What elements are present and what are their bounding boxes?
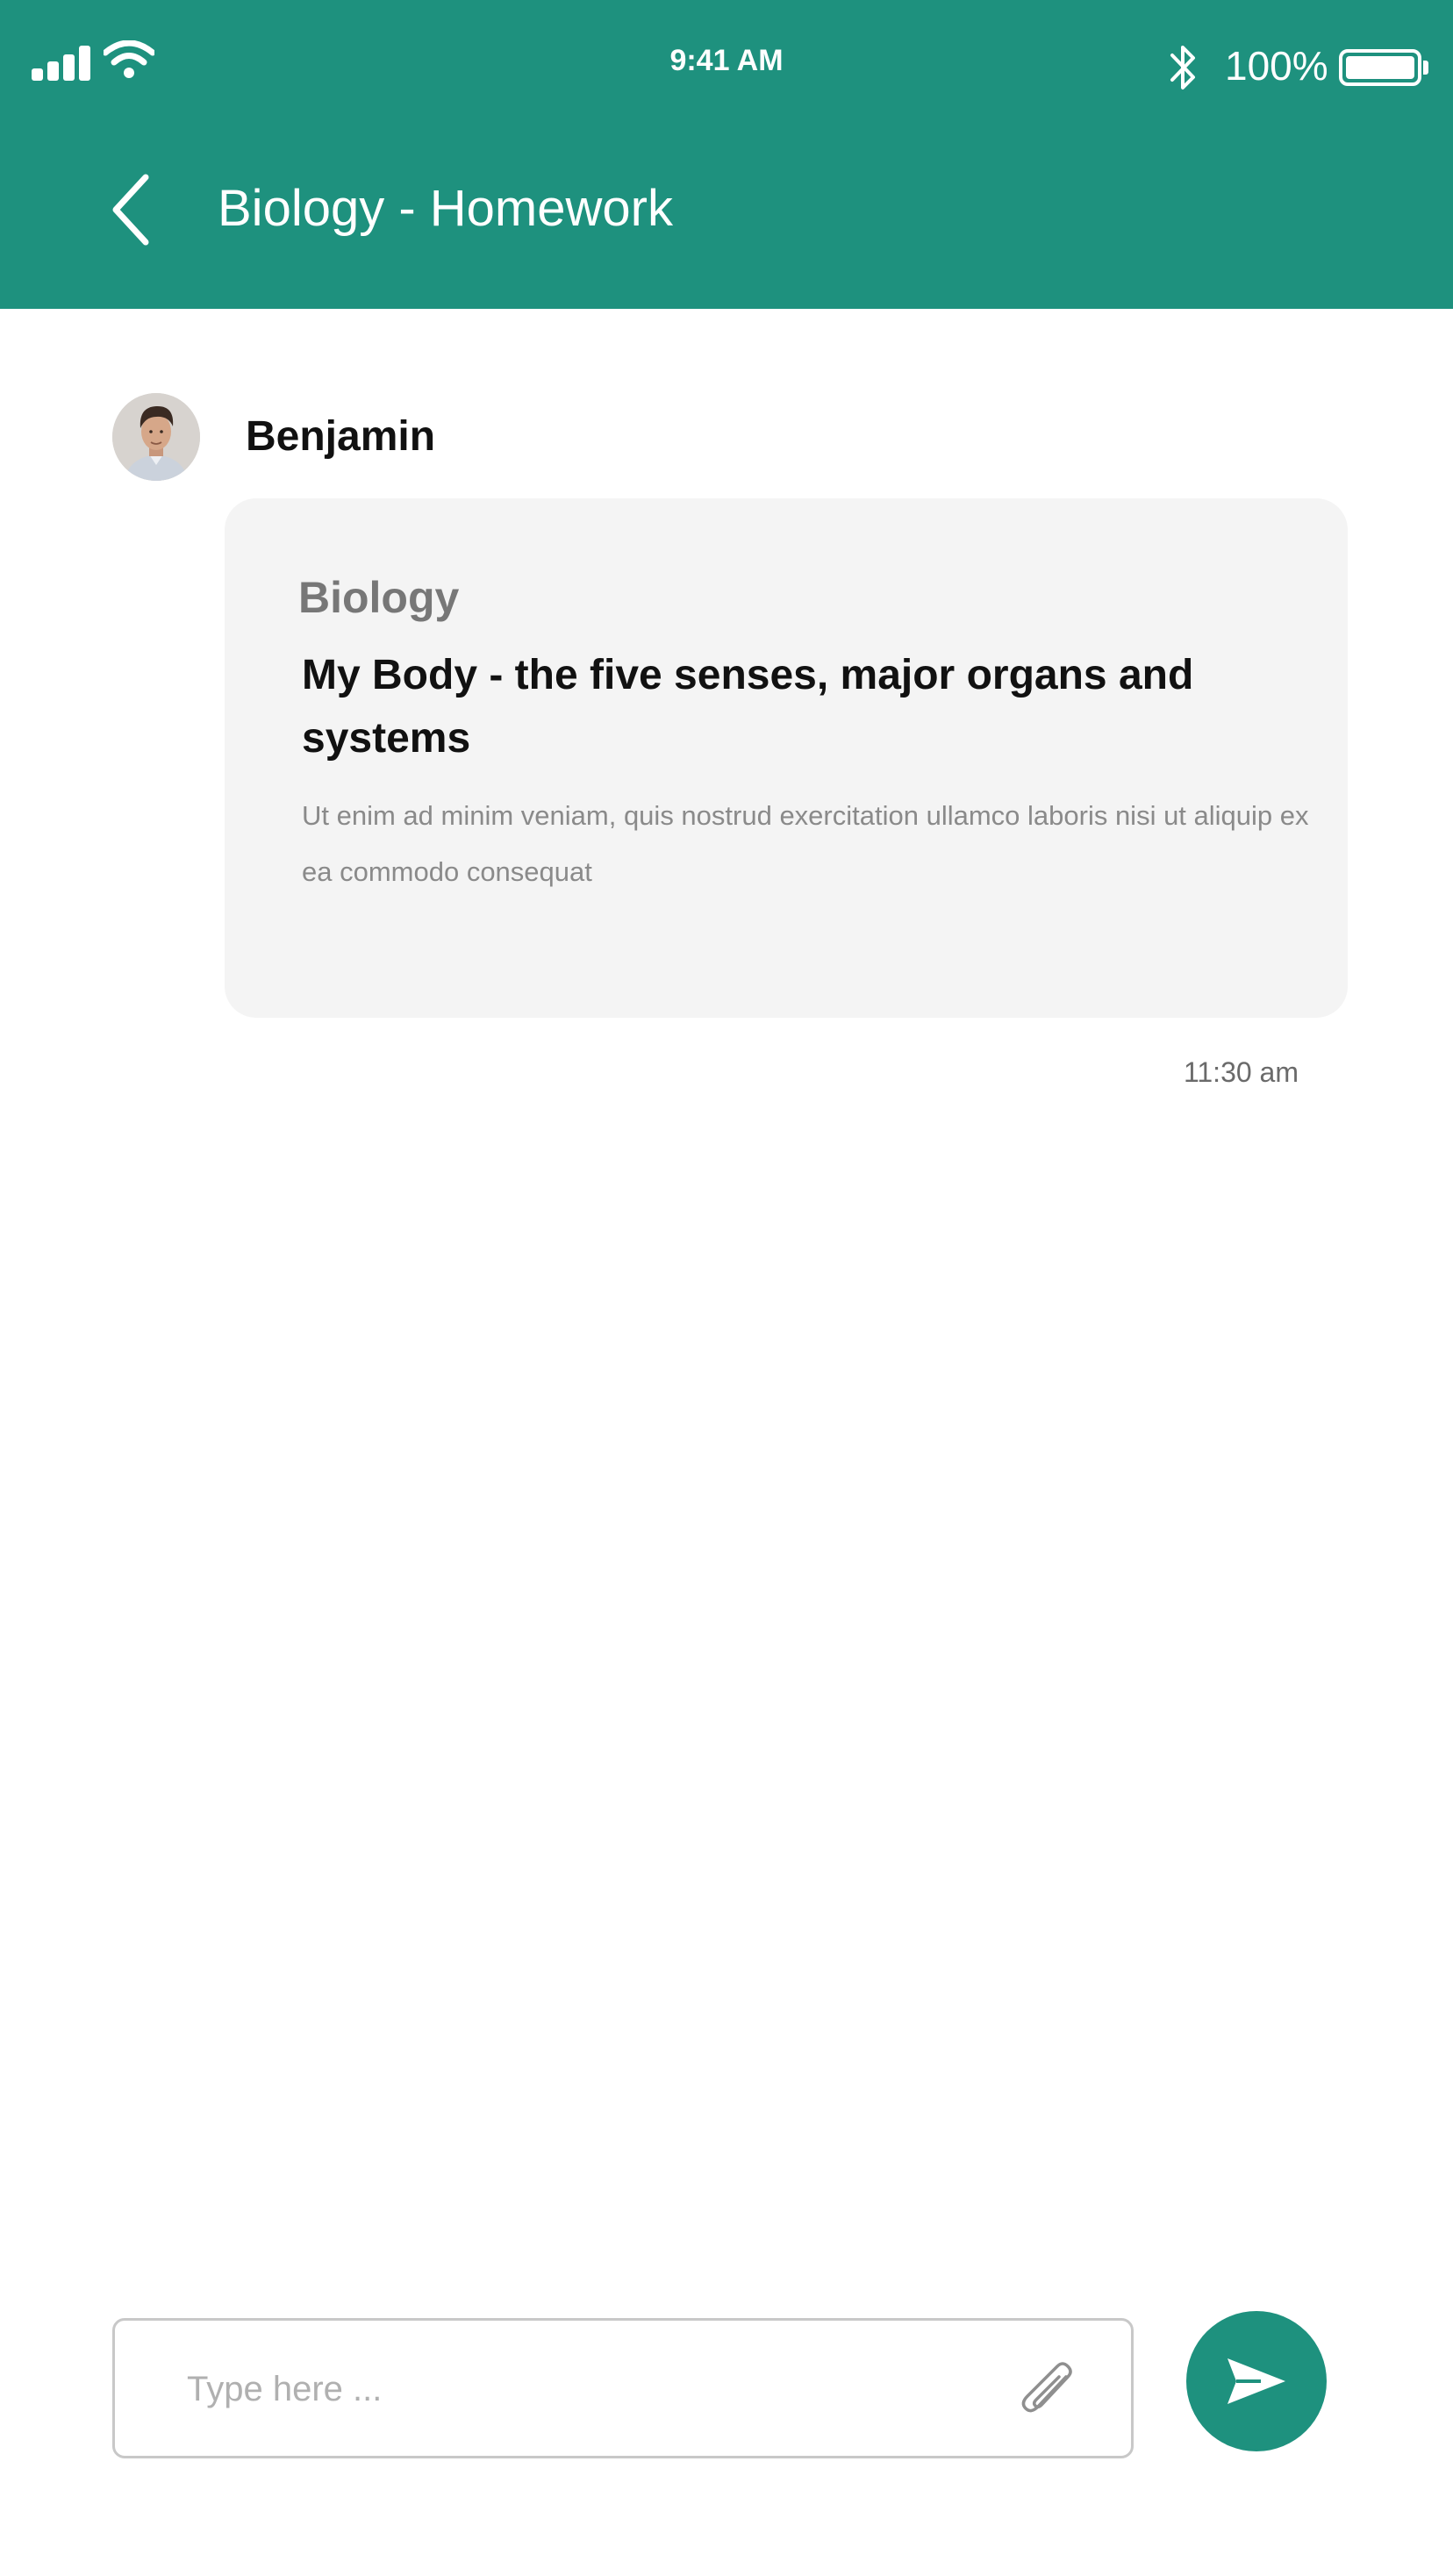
message-input[interactable]	[187, 2356, 977, 2422]
message-subject: Biology	[298, 573, 460, 622]
battery-percent: 100%	[1225, 43, 1328, 89]
back-button[interactable]	[105, 172, 158, 247]
send-button[interactable]	[1186, 2311, 1327, 2451]
sender-name: Benjamin	[246, 413, 436, 460]
send-icon	[1228, 2358, 1285, 2404]
avatar-portrait	[112, 393, 200, 481]
page-title: Biology - Homework	[218, 180, 673, 237]
chevron-left-icon	[112, 174, 149, 246]
message-timestamp: 11:30 am	[1183, 1056, 1299, 1088]
paperclip-icon[interactable]	[1012, 2356, 1085, 2429]
battery-tip	[1423, 61, 1428, 75]
message-body: Ut enim ad minim veniam, quis nostrud ex…	[302, 800, 1309, 887]
app-header: 9:41 AM 100% Biology - Homework	[0, 0, 1453, 309]
message-composer	[112, 2318, 1134, 2458]
bluetooth-icon	[1170, 46, 1195, 89]
message-title: My Body - the five senses, major organs …	[302, 652, 1194, 762]
avatar[interactable]	[112, 393, 200, 481]
battery-icon	[1339, 49, 1421, 86]
battery-level-fill	[1346, 56, 1414, 79]
